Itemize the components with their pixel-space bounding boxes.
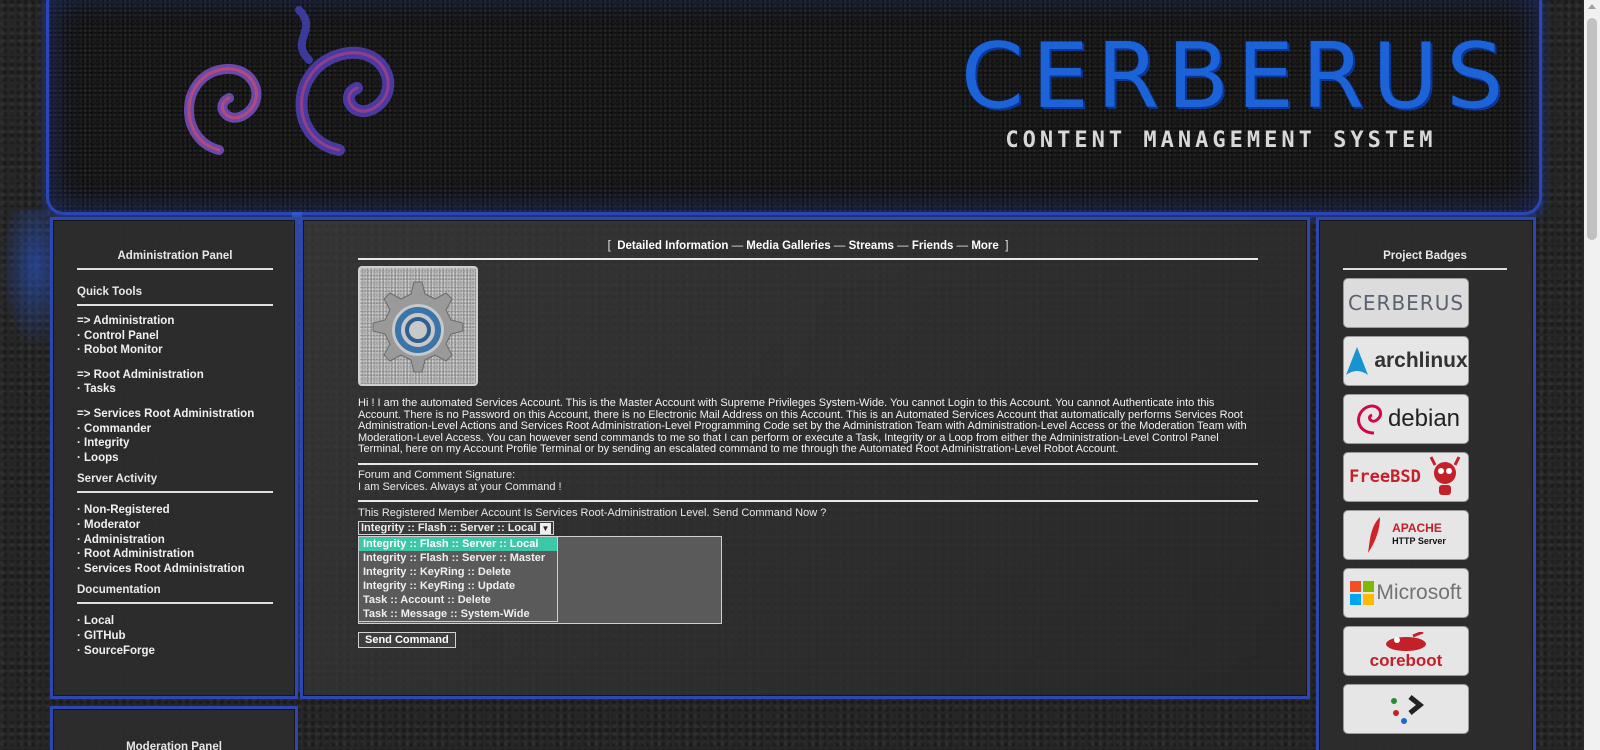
terminal-badge-icon bbox=[1391, 695, 1425, 724]
link-loops[interactable]: · Loops bbox=[77, 451, 273, 466]
nav-detailed-information[interactable]: Detailed Information bbox=[617, 240, 728, 252]
apache-badge-sublabel: HTTP Server bbox=[1392, 536, 1446, 546]
freebsd-badge[interactable]: FreeBSD bbox=[1343, 452, 1469, 502]
link-moderator[interactable]: · Moderator bbox=[77, 518, 273, 533]
nav-media-galleries[interactable]: Media Galleries bbox=[746, 240, 830, 252]
cerberus-badge[interactable]: CERBERUS bbox=[1343, 278, 1469, 328]
archlinux-badge[interactable]: archlinux bbox=[1343, 336, 1469, 386]
link-integrity[interactable]: · Integrity bbox=[77, 436, 273, 451]
command-select-value: Integrity :: Flash :: Server :: Local bbox=[361, 522, 537, 535]
link-root-administration-activity[interactable]: · Root Administration bbox=[77, 547, 273, 562]
dropdown-option[interactable]: Integrity :: Flash :: Server :: Master bbox=[359, 551, 557, 565]
nav-friends[interactable]: Friends bbox=[912, 240, 954, 252]
link-control-panel[interactable]: · Control Panel bbox=[77, 329, 273, 344]
panel-title: Administration Panel bbox=[77, 250, 273, 270]
profile-nav: [ Detailed Information — Media Galleries… bbox=[358, 240, 1258, 260]
link-robot-monitor[interactable]: · Robot Monitor bbox=[77, 343, 273, 358]
nav-separator: — bbox=[731, 240, 744, 252]
command-prompt: This Registered Member Account Is Servic… bbox=[358, 507, 827, 520]
section-title-quick-tools: Quick Tools bbox=[77, 286, 273, 306]
panel-title: Moderation Panel bbox=[126, 741, 222, 750]
microsoft-badge-label: Microsoft bbox=[1376, 581, 1462, 604]
nav-bracket-open: [ bbox=[607, 240, 611, 252]
dropdown-option[interactable]: Task :: Message :: System-Wide bbox=[359, 607, 557, 621]
decorative-glow bbox=[0, 210, 50, 350]
debian-badge-icon bbox=[1357, 404, 1383, 435]
gear-icon bbox=[372, 281, 464, 373]
cerberus-badge-icon: CERBERUS bbox=[1347, 291, 1465, 315]
moderation-panel: Moderation Panel bbox=[50, 706, 298, 750]
link-administration[interactable]: => Administration bbox=[77, 314, 273, 329]
scrollbar-thumb[interactable] bbox=[1587, 18, 1597, 240]
divider bbox=[358, 462, 1258, 465]
link-services-root-administration-activity[interactable]: · Services Root Administration bbox=[77, 562, 273, 577]
quick-tools-group-administration: => Administration · Control Panel · Robo… bbox=[77, 314, 273, 358]
link-commander[interactable]: · Commander bbox=[77, 422, 273, 437]
chevron-down-icon: ▼ bbox=[540, 523, 551, 535]
archlinux-badge-icon bbox=[1346, 347, 1369, 375]
project-badges-panel: Project Badges CERBERUS archlinux debian… bbox=[1316, 217, 1536, 750]
page-scrollbar[interactable] bbox=[1584, 0, 1600, 750]
link-administration-activity[interactable]: · Administration bbox=[77, 533, 273, 548]
debian-badge[interactable]: debian bbox=[1343, 394, 1469, 444]
nav-separator: — bbox=[897, 240, 909, 252]
avatar bbox=[358, 266, 478, 386]
coreboot-badge-icon bbox=[1386, 632, 1426, 651]
terminal-badge[interactable] bbox=[1343, 684, 1469, 734]
dropdown-option[interactable]: Integrity :: KeyRing :: Update bbox=[359, 579, 557, 593]
section-title-server-activity: Server Activity bbox=[77, 473, 273, 494]
panel-title: Project Badges bbox=[1343, 250, 1507, 270]
command-dropdown: Integrity :: Flash :: Server :: Local In… bbox=[358, 536, 558, 623]
link-local[interactable]: · Local bbox=[77, 614, 273, 629]
apache-badge-label: APACHE bbox=[1392, 521, 1442, 535]
nav-separator: — bbox=[956, 240, 969, 252]
quick-tools-group-services-root: => Services Root Administration · Comman… bbox=[77, 407, 273, 465]
freebsd-badge-label: FreeBSD bbox=[1349, 467, 1421, 487]
link-services-root-administration[interactable]: => Services Root Administration bbox=[77, 407, 273, 422]
link-tasks[interactable]: · Tasks bbox=[77, 382, 273, 397]
apache-badge-icon bbox=[1368, 517, 1381, 553]
dropdown-option[interactable]: Integrity :: Flash :: Server :: Local bbox=[359, 537, 557, 552]
documentation-list: · Local · GITHub · SourceForge bbox=[77, 614, 273, 658]
coreboot-badge[interactable]: coreboot bbox=[1343, 626, 1469, 676]
apache-badge[interactable]: APACHE HTTP Server bbox=[1343, 510, 1469, 560]
apache-badge-text: APACHE HTTP Server bbox=[1392, 522, 1446, 548]
link-sourceforge[interactable]: · SourceForge bbox=[77, 644, 273, 659]
nav-more[interactable]: More bbox=[971, 240, 998, 252]
dropdown-option[interactable]: Integrity :: KeyRing :: Delete bbox=[359, 565, 557, 579]
brand: CERBERUS CONTENT MANAGEMENT SYSTEM bbox=[961, 24, 1512, 154]
command-area: Integrity :: Flash :: Server :: Local In… bbox=[358, 536, 1258, 628]
quick-tools-group-root-administration: => Root Administration · Tasks bbox=[77, 368, 273, 397]
signature-text: I am Services. Always at your Command ! bbox=[358, 480, 562, 493]
server-activity-list: · Non-Registered · Moderator · Administr… bbox=[77, 503, 273, 576]
brand-subtitle: CONTENT MANAGEMENT SYSTEM bbox=[1005, 128, 1437, 153]
link-root-administration[interactable]: => Root Administration bbox=[77, 368, 273, 383]
nav-bracket-close: ] bbox=[1005, 240, 1009, 252]
signature-label: Forum and Comment Signature: bbox=[358, 468, 516, 481]
dropdown-option[interactable]: Task :: Account :: Delete bbox=[359, 593, 557, 607]
section-title-documentation: Documentation bbox=[77, 584, 273, 605]
command-select[interactable]: Integrity :: Flash :: Server :: Local ▼ bbox=[358, 521, 554, 536]
freebsd-badge-icon bbox=[1429, 456, 1461, 495]
divider bbox=[358, 500, 1258, 503]
debian-badge-label: debian bbox=[1387, 405, 1461, 432]
coreboot-badge-label: coreboot bbox=[1369, 651, 1443, 670]
link-github[interactable]: · GITHub bbox=[77, 629, 273, 644]
send-command-button[interactable]: Send Command bbox=[358, 632, 456, 649]
page: CERBERUS CONTENT MANAGEMENT SYSTEM Admin… bbox=[0, 0, 1584, 750]
profile-bio: Hi ! I am the automated Services Account… bbox=[358, 397, 1247, 456]
nav-streams[interactable]: Streams bbox=[849, 240, 894, 252]
header-banner: CERBERUS CONTENT MANAGEMENT SYSTEM bbox=[46, 0, 1542, 215]
link-non-registered[interactable]: · Non-Registered bbox=[77, 503, 273, 518]
nav-separator: — bbox=[833, 240, 846, 252]
scroll-up-icon[interactable] bbox=[1588, 4, 1596, 9]
microsoft-badge[interactable]: Microsoft bbox=[1343, 568, 1469, 618]
profile-panel: [ Detailed Information — Media Galleries… bbox=[300, 217, 1310, 699]
brand-title: CERBERUS bbox=[961, 24, 1512, 129]
swirl-logo-icon bbox=[184, 6, 395, 156]
administration-panel: Administration Panel Quick Tools => Admi… bbox=[50, 217, 298, 699]
microsoft-badge-icon bbox=[1350, 581, 1375, 605]
archlinux-badge-label: archlinux bbox=[1374, 349, 1468, 372]
